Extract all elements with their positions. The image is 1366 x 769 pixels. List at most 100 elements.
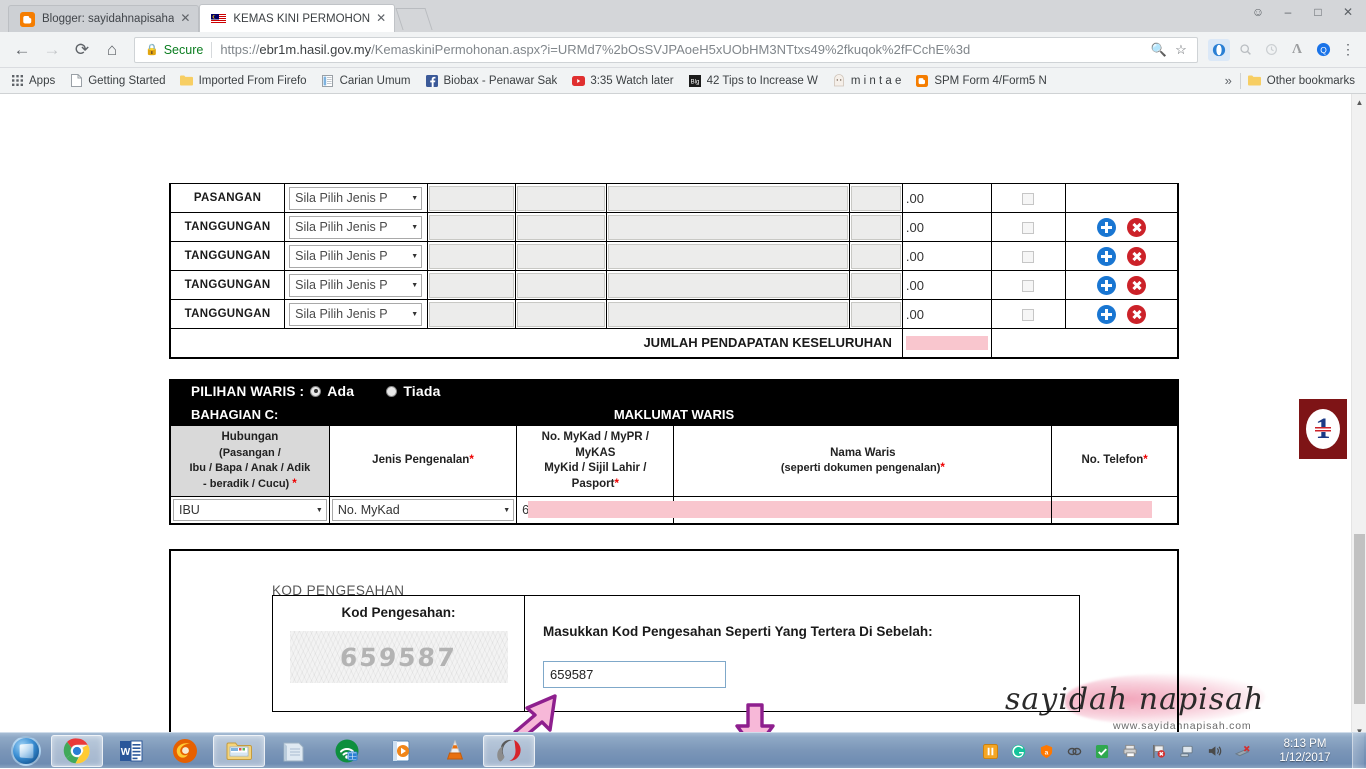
forward-icon[interactable]: →: [38, 36, 66, 64]
flag-alert-icon[interactable]: [1147, 740, 1169, 762]
delete-row-icon[interactable]: [1127, 275, 1146, 295]
row-checkbox-cell[interactable]: [990, 183, 1066, 213]
field-a[interactable]: [427, 183, 516, 213]
taskbar-wifi-app[interactable]: [321, 735, 373, 767]
row-checkbox[interactable]: [1022, 221, 1035, 234]
user-profile-icon[interactable]: ☺: [1244, 2, 1272, 22]
grammarly-icon[interactable]: [1007, 740, 1029, 762]
bookmark-getting-started[interactable]: Getting Started: [62, 70, 172, 92]
field-amount[interactable]: [849, 270, 903, 300]
taskbar-notepad[interactable]: [267, 735, 319, 767]
jenis-pendapatan-select[interactable]: Sila Pilih Jenis P ▼: [284, 212, 429, 242]
home-icon[interactable]: ⌂: [98, 36, 126, 64]
field-c[interactable]: [605, 270, 851, 300]
browser-tab-kemaskini[interactable]: KEMAS KINI PERMOHON ✕: [199, 4, 396, 32]
bookmark-mintae[interactable]: m i n t a e: [825, 70, 909, 92]
cell-hubungan[interactable]: IBU ▼: [169, 496, 330, 525]
captcha-input[interactable]: [543, 661, 726, 688]
maximize-icon[interactable]: □: [1304, 2, 1332, 22]
new-tab-button[interactable]: [395, 8, 433, 30]
browser-menu-icon[interactable]: ⋮: [1338, 41, 1358, 58]
eject-icon[interactable]: [1231, 740, 1253, 762]
page-scrollbar[interactable]: ▲ ▼: [1351, 94, 1366, 740]
field-b[interactable]: [514, 270, 607, 300]
row-checkbox[interactable]: [1022, 279, 1035, 292]
taskbar-word[interactable]: W: [105, 735, 157, 767]
close-icon[interactable]: ✕: [178, 12, 192, 26]
browser-tab-blogger[interactable]: Blogger: sayidahnapisaha ✕: [8, 5, 200, 32]
show-hidden-icon[interactable]: [979, 740, 1001, 762]
bookmarks-overflow-icon[interactable]: »: [1217, 73, 1240, 88]
address-bar[interactable]: 🔒 Secure https://ebr1m.hasil.gov.my/Kema…: [134, 36, 1198, 63]
search-extension-icon[interactable]: [1234, 39, 1256, 61]
close-icon[interactable]: ✕: [1334, 2, 1362, 22]
field-amount[interactable]: [849, 212, 903, 242]
taskbar-opera[interactable]: [483, 734, 535, 767]
cell-jenis[interactable]: No. MyKad ▼: [328, 496, 518, 525]
green-check-icon[interactable]: [1091, 740, 1113, 762]
add-row-icon[interactable]: [1096, 304, 1116, 324]
field-a[interactable]: [427, 270, 516, 300]
zoom-icon[interactable]: 🔍: [1149, 42, 1169, 58]
blue-circle-extension-icon[interactable]: Q: [1312, 39, 1334, 61]
row-checkbox-cell[interactable]: [990, 270, 1066, 300]
row-checkbox[interactable]: [1022, 192, 1035, 205]
cell-nama-waris[interactable]: [673, 496, 1053, 525]
radio-tiada[interactable]: [386, 385, 398, 397]
taskbar-explorer[interactable]: [213, 734, 265, 767]
bookmark-imported-firefox[interactable]: Imported From Firefo: [173, 70, 314, 92]
delete-row-icon[interactable]: [1127, 217, 1146, 237]
minimize-icon[interactable]: –: [1274, 2, 1302, 22]
field-b[interactable]: [514, 241, 607, 271]
show-desktop-button[interactable]: [1352, 733, 1364, 769]
taskbar-vlc[interactable]: [429, 735, 481, 767]
taskbar-media-player[interactable]: [375, 735, 427, 767]
opera-extension-icon[interactable]: [1208, 38, 1230, 61]
jenis-pendapatan-select[interactable]: Sila Pilih Jenis P ▼: [284, 241, 429, 271]
field-a[interactable]: [427, 241, 516, 271]
bookmark-carian-umum[interactable]: Carian Umum: [314, 70, 418, 92]
jenis-pendapatan-select[interactable]: Sila Pilih Jenis P ▼: [284, 299, 429, 329]
1malaysia-badge[interactable]: 1: [1299, 399, 1347, 459]
field-a[interactable]: [427, 212, 516, 242]
row-checkbox-cell[interactable]: [990, 212, 1066, 242]
delete-row-icon[interactable]: [1127, 304, 1146, 324]
radio-ada[interactable]: [310, 385, 322, 397]
row-checkbox-cell[interactable]: [990, 299, 1066, 329]
field-b[interactable]: [514, 212, 607, 242]
cell-mykad[interactable]: 6: [516, 496, 677, 525]
add-row-icon[interactable]: [1096, 246, 1116, 266]
row-checkbox-cell[interactable]: [990, 241, 1066, 271]
field-a[interactable]: [427, 299, 516, 329]
link-icon[interactable]: [1063, 740, 1085, 762]
field-amount[interactable]: [849, 183, 903, 213]
printer-icon[interactable]: [1119, 740, 1141, 762]
bookmark-apps[interactable]: Apps: [6, 70, 62, 92]
cell-no-telefon[interactable]: [1051, 496, 1179, 525]
jenis-pendapatan-select[interactable]: Sila Pilih Jenis P ▼: [284, 270, 429, 300]
field-c[interactable]: [605, 183, 851, 213]
avast-icon[interactable]: a: [1035, 740, 1057, 762]
bookmark-biobax[interactable]: Biobax - Penawar Sak: [418, 70, 565, 92]
other-bookmarks-folder[interactable]: Other bookmarks: [1241, 70, 1362, 92]
add-row-icon[interactable]: [1096, 275, 1116, 295]
close-icon[interactable]: ✕: [374, 11, 388, 26]
jenis-pengenalan-select[interactable]: No. MyKad ▼: [331, 499, 515, 522]
field-c[interactable]: [605, 241, 851, 271]
bookmark-42-tips[interactable]: Blg 42 Tips to Increase W: [681, 70, 825, 92]
field-c[interactable]: [605, 299, 851, 329]
taskbar-chrome[interactable]: [51, 734, 103, 767]
bookmark-star-icon[interactable]: ☆: [1171, 42, 1191, 58]
bookmark-watch-later[interactable]: 3:35 Watch later: [564, 70, 680, 92]
taskbar-firefox[interactable]: [159, 735, 211, 767]
hubungan-select[interactable]: IBU ▼: [173, 499, 327, 522]
reload-icon[interactable]: ⟳: [68, 36, 96, 64]
volume-icon[interactable]: [1203, 740, 1225, 762]
row-checkbox[interactable]: [1022, 250, 1035, 263]
add-row-icon[interactable]: [1096, 217, 1116, 237]
clock-extension-icon[interactable]: [1260, 39, 1282, 61]
scrollbar-thumb[interactable]: [1354, 534, 1365, 704]
back-icon[interactable]: ←: [8, 36, 36, 64]
field-b[interactable]: [514, 299, 607, 329]
start-button[interactable]: [2, 734, 50, 768]
